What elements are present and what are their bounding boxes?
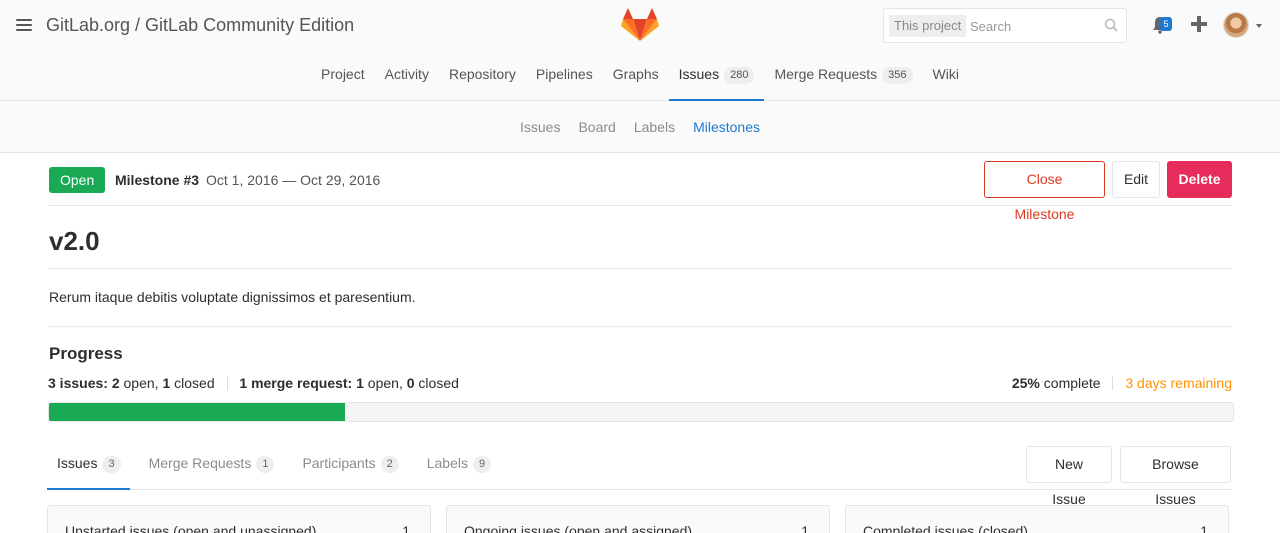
- milestone-description: Rerum itaque debitis voluptate dignissim…: [49, 289, 416, 305]
- panel-title: Ongoing issues (open and assigned): [464, 523, 693, 533]
- chevron-down-icon[interactable]: [1256, 24, 1262, 28]
- nav-label: Project: [321, 66, 365, 82]
- percent-complete: 25%: [1011, 375, 1040, 391]
- progress-stats: 3 issues: 2 open, 1 closed 1 merge reque…: [48, 375, 459, 391]
- edit-button[interactable]: Edit: [1112, 161, 1160, 198]
- closed-word: closed: [174, 375, 215, 391]
- ongoing-issues-panel: Ongoing issues (open and assigned) 1: [446, 505, 830, 533]
- panel-title: Unstarted issues (open and unassigned): [65, 523, 317, 533]
- project-title[interactable]: GitLab.org / GitLab Community Edition: [46, 15, 354, 36]
- milestone-tabs: Issues 3 Merge Requests 1 Participants 2 La…: [47, 440, 1232, 507]
- progress-bar: [48, 402, 1234, 422]
- open-word: open,: [367, 375, 403, 391]
- gitlab-logo[interactable]: [621, 8, 659, 45]
- project-nav: Project Activity Repository Pipelines Gr…: [0, 56, 1280, 101]
- tab-label: Merge Requests: [148, 455, 252, 471]
- separator: [1112, 376, 1114, 390]
- nav-item-project[interactable]: Project: [311, 56, 375, 101]
- hamburger-menu-icon[interactable]: [16, 19, 32, 33]
- new-issue-button[interactable]: New Issue: [1026, 446, 1112, 507]
- panel-count: 1: [402, 523, 410, 533]
- divider: [48, 326, 1232, 327]
- nav-item-wiki[interactable]: Wiki: [923, 56, 969, 101]
- status-badge: Open: [49, 167, 106, 193]
- open-word: open,: [123, 375, 159, 391]
- merge-requests-label: 1 merge request:: [239, 375, 353, 391]
- tab-merge-requests[interactable]: Merge Requests 1: [140, 440, 284, 489]
- milestone-reference: Milestone #3: [115, 172, 200, 188]
- search-input[interactable]: [970, 13, 1100, 39]
- issues-label: 3 issues:: [48, 375, 108, 391]
- tab-issues[interactable]: Issues 3: [47, 440, 130, 490]
- tab-participants[interactable]: Participants 2: [293, 440, 407, 489]
- browse-issues-button[interactable]: Browse Issues: [1120, 446, 1231, 507]
- panel-count: 1: [801, 523, 809, 533]
- search-icon: [1104, 18, 1118, 35]
- subnav-item-issues[interactable]: Issues: [511, 101, 569, 153]
- issues-open-count: 2: [111, 375, 120, 391]
- tab-label: Participants: [302, 455, 376, 471]
- nav-item-pipelines[interactable]: Pipelines: [526, 56, 603, 101]
- separator: [226, 376, 228, 390]
- close-milestone-button[interactable]: Close Milestone: [984, 161, 1105, 222]
- merge-requests-count-badge: 356: [882, 67, 913, 84]
- tab-count-badge: 2: [380, 456, 399, 473]
- search-box[interactable]: This project: [883, 8, 1127, 43]
- nav-label: Merge Requests: [774, 66, 878, 82]
- completion-info: 25% complete 3 days remaining: [1012, 375, 1232, 391]
- unstarted-issues-panel: Unstarted issues (open and unassigned) 1: [47, 505, 431, 533]
- nav-label: Repository: [448, 66, 516, 82]
- days-remaining: 3 days remaining: [1125, 375, 1232, 391]
- nav-item-repository[interactable]: Repository: [439, 56, 526, 101]
- nav-item-merge-requests[interactable]: Merge Requests 356: [764, 56, 922, 101]
- completed-issues-panel: Completed issues (closed) 1: [845, 505, 1229, 533]
- issues-count-badge: 280: [724, 67, 755, 84]
- tab-count-badge: 3: [102, 456, 121, 473]
- tab-labels[interactable]: Labels 9: [418, 440, 500, 489]
- milestone-dates: Oct 1, 2016 — Oct 29, 2016: [206, 172, 381, 188]
- nav-item-activity[interactable]: Activity: [375, 56, 439, 101]
- nav-item-graphs[interactable]: Graphs: [603, 56, 669, 101]
- top-header: GitLab.org / GitLab Community Edition Th…: [0, 0, 1280, 101]
- nav-label: Pipelines: [535, 66, 593, 82]
- progress-bar-fill: [49, 403, 345, 421]
- nav-label: Graphs: [612, 66, 659, 82]
- page-title: v2.0: [49, 226, 100, 256]
- tab-label: Labels: [426, 455, 468, 471]
- subnav-item-labels[interactable]: Labels: [625, 101, 684, 153]
- mr-closed-count: 0: [406, 375, 415, 391]
- nav-label: Activity: [384, 66, 429, 82]
- milestone-header: Open Milestone #3 Oct 1, 2016 — Oct 29, …: [48, 153, 1232, 222]
- closed-word: closed: [418, 375, 459, 391]
- user-avatar[interactable]: [1223, 12, 1249, 38]
- complete-word: complete: [1043, 375, 1101, 391]
- mr-open-count: 1: [356, 375, 364, 391]
- subnav-item-milestones[interactable]: Milestones: [684, 101, 769, 153]
- nav-label: Issues: [678, 66, 720, 82]
- divider: [48, 268, 1232, 269]
- todo-count-badge[interactable]: 5: [1160, 17, 1172, 31]
- tab-label: Issues: [57, 455, 98, 471]
- nav-item-issues[interactable]: Issues 280: [668, 56, 765, 101]
- delete-button[interactable]: Delete: [1167, 161, 1232, 198]
- issues-closed-count: 1: [162, 375, 171, 391]
- panel-title: Completed issues (closed): [863, 523, 1028, 533]
- issues-subnav: Issues Board Labels Milestones: [0, 101, 1280, 153]
- search-scope-badge[interactable]: This project: [889, 15, 967, 37]
- tab-count-badge: 1: [256, 456, 275, 473]
- plus-icon[interactable]: [1190, 15, 1208, 36]
- progress-heading: Progress: [49, 344, 123, 363]
- panel-count: 1: [1200, 523, 1208, 533]
- tab-count-badge: 9: [472, 456, 492, 473]
- nav-label: Wiki: [932, 66, 959, 82]
- subnav-item-board[interactable]: Board: [569, 101, 624, 153]
